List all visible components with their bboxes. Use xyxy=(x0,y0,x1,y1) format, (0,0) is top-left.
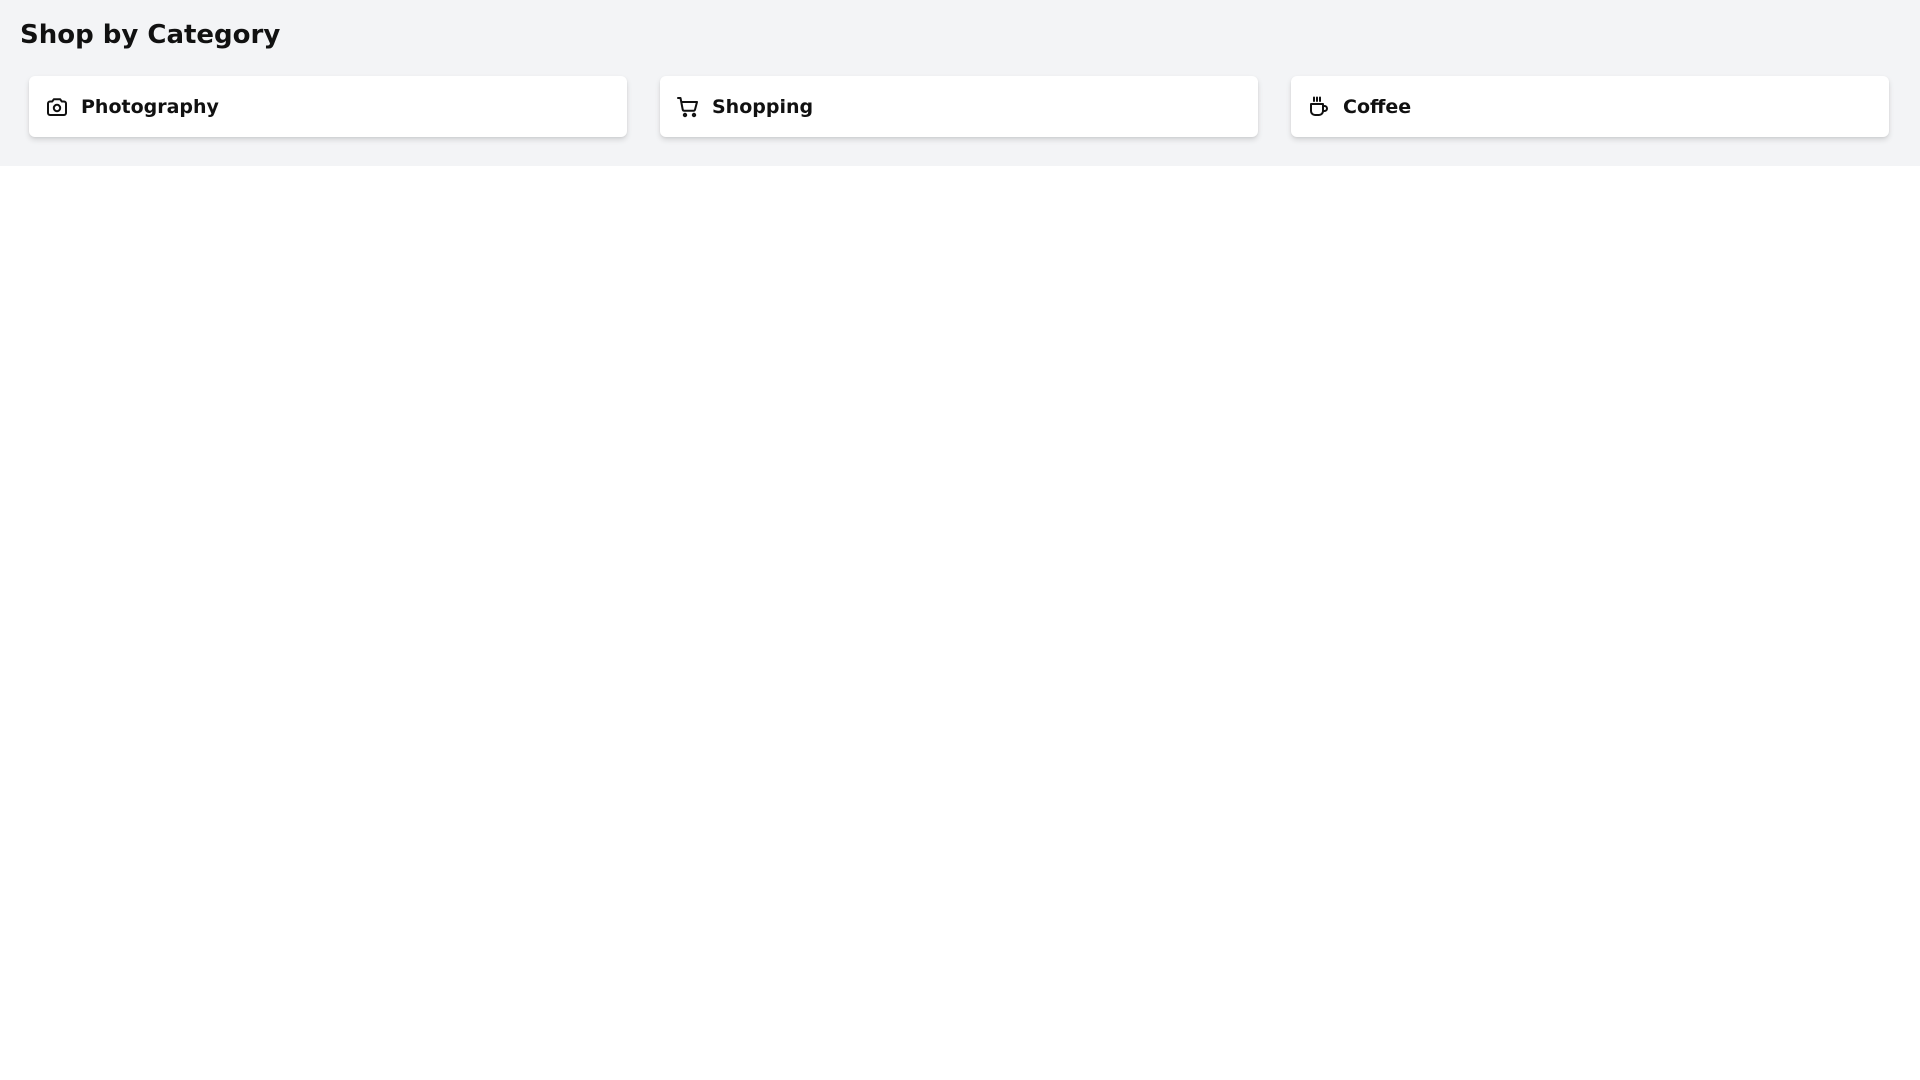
category-card-coffee[interactable]: Coffee xyxy=(1291,76,1889,137)
coffee-cup-icon xyxy=(1307,95,1331,119)
page-title: Shop by Category xyxy=(20,20,281,50)
category-card-photography[interactable]: Photography xyxy=(29,76,627,137)
category-section: Shop by Category Photography Shopping Co… xyxy=(0,0,1920,166)
category-grid: Photography Shopping Coffee xyxy=(20,76,1920,137)
category-label: Photography xyxy=(81,95,219,118)
category-card-shopping[interactable]: Shopping xyxy=(660,76,1258,137)
camera-icon xyxy=(45,95,69,119)
category-label: Coffee xyxy=(1343,95,1412,118)
shopping-cart-icon xyxy=(676,95,700,119)
category-label: Shopping xyxy=(712,95,814,118)
